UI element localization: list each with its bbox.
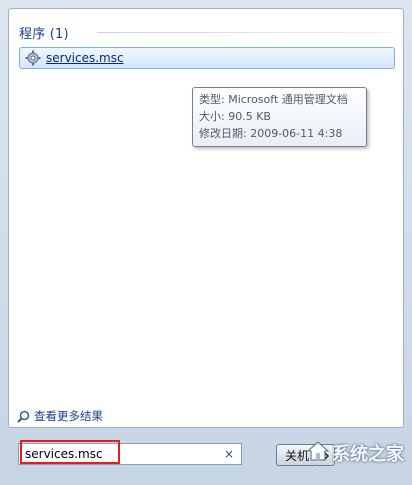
- annotation-highlight-box: [20, 440, 120, 464]
- watermark-logo: 系统之家: [306, 440, 404, 466]
- result-item-services-msc[interactable]: services.msc: [19, 47, 395, 69]
- section-divider: [97, 32, 393, 33]
- file-info-tooltip: 类型: Microsoft 通用管理文档 大小: 90.5 KB 修改日期: 2…: [192, 87, 367, 147]
- tooltip-date: 修改日期: 2009-06-11 4:38: [199, 127, 343, 140]
- watermark-text: 系统之家: [332, 444, 404, 465]
- see-more-results-link[interactable]: 查看更多结果: [17, 408, 103, 424]
- clear-search-button[interactable]: ×: [221, 446, 237, 462]
- tooltip-type: 类型: Microsoft 通用管理文档: [199, 93, 348, 106]
- see-more-results-label: 查看更多结果: [34, 409, 103, 423]
- search-results-panel: 程序 (1) services.msc 类型: Microsoft 通用管理文档…: [8, 8, 404, 428]
- house-logo-icon: [306, 440, 330, 466]
- programs-section-title: 程序 (1): [19, 27, 69, 42]
- gear-icon: [24, 49, 42, 67]
- result-item-label: services.msc: [46, 51, 124, 65]
- start-menu-window: 程序 (1) services.msc 类型: Microsoft 通用管理文档…: [0, 0, 412, 485]
- search-icon: [17, 410, 30, 423]
- tooltip-size: 大小: 90.5 KB: [199, 110, 271, 123]
